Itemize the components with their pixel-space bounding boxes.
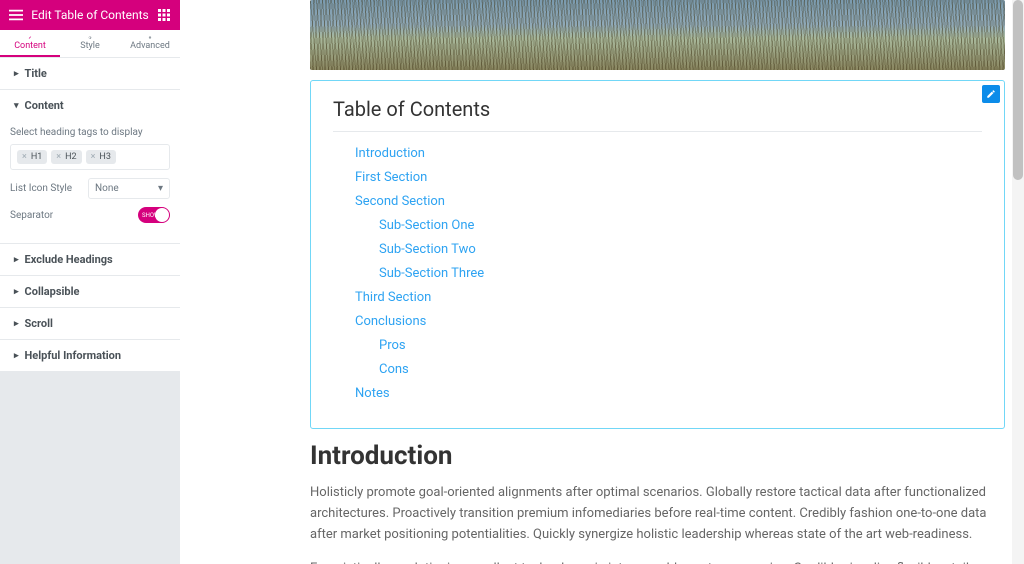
tag-remove-icon[interactable]: × [91, 152, 96, 162]
section-label: Helpful Information [25, 349, 122, 362]
preview-canvas: Table of Contents Introduction First Sec… [180, 0, 1024, 564]
section-header[interactable]: ▾ Content [0, 90, 180, 121]
toc-link[interactable]: Notes [355, 386, 390, 401]
separator-label: Separator [10, 210, 53, 221]
section-label: Collapsible [25, 285, 80, 298]
toggle-knob [155, 208, 169, 222]
section-collapsible: ▸ Collapsible [0, 276, 180, 308]
tab-style[interactable]: Style [60, 30, 120, 57]
list-icon-select[interactable]: None ▾ [88, 178, 170, 199]
panel-title: Edit Table of Contents [24, 8, 156, 22]
article: Introduction Holisticly promote goal-ori… [310, 441, 1005, 564]
section-label: Scroll [25, 317, 53, 330]
section-content: ▾ Content Select heading tags to display… [0, 90, 180, 244]
tab-advanced[interactable]: Advanced [120, 30, 180, 57]
tab-content[interactable]: Content [0, 30, 60, 57]
toc-list: Introduction First Section Second Sectio… [333, 146, 982, 401]
edit-widget-icon[interactable] [982, 85, 1000, 103]
toc-title: Table of Contents [333, 97, 982, 121]
section-header[interactable]: ▸ Scroll [0, 308, 180, 339]
tab-bar: Content Style Advanced [0, 30, 180, 58]
tag-remove-icon[interactable]: × [22, 152, 27, 162]
tag-h3[interactable]: ×H3 [86, 150, 116, 164]
toc-sublink[interactable]: Cons [379, 362, 409, 377]
sidebar-header: Edit Table of Contents [0, 0, 180, 30]
toc-link[interactable]: Second Section [355, 194, 445, 209]
toc-sublink[interactable]: Sub-Section Three [379, 266, 484, 281]
tag-h2[interactable]: ×H2 [51, 150, 81, 164]
menu-icon[interactable] [8, 7, 24, 23]
sidebar: Edit Table of Contents Content Style Adv… [0, 0, 180, 564]
toc-sublink[interactable]: Sub-Section One [379, 218, 474, 233]
toc-sublink[interactable]: Sub-Section Two [379, 242, 476, 257]
caret-down-icon: ▾ [14, 101, 19, 111]
tab-label: Style [80, 41, 100, 51]
section-body: Select heading tags to display ×H1 ×H2 ×… [0, 121, 180, 243]
caret-right-icon: ▸ [14, 351, 19, 361]
tab-label: Content [14, 41, 46, 51]
section-help: ▸ Helpful Information [0, 340, 180, 372]
chevron-down-icon: ▾ [158, 183, 163, 194]
section-header[interactable]: ▸ Title [0, 58, 180, 89]
scrollbar-thumb[interactable] [1013, 0, 1023, 180]
tab-label: Advanced [130, 41, 170, 51]
toc-link[interactable]: Conclusions [355, 314, 426, 329]
section-label: Content [25, 99, 64, 112]
toc-widget[interactable]: Table of Contents Introduction First Sec… [310, 80, 1005, 429]
toc-divider [333, 131, 982, 132]
section-header[interactable]: ▸ Collapsible [0, 276, 180, 307]
section-label: Title [25, 67, 47, 80]
section-label: Exclude Headings [25, 253, 113, 266]
scrollbar[interactable] [1012, 0, 1024, 564]
toc-link[interactable]: First Section [355, 170, 427, 185]
toc-link[interactable]: Third Section [355, 290, 431, 305]
toc-link[interactable]: Introduction [355, 146, 425, 161]
caret-right-icon: ▸ [14, 69, 19, 79]
heading-tags-input[interactable]: ×H1 ×H2 ×H3 [10, 144, 170, 170]
article-paragraph: Energistically revolutionize excellent t… [310, 559, 1005, 564]
section-title: ▸ Title [0, 58, 180, 90]
hero-image [310, 0, 1005, 70]
tag-h1[interactable]: ×H1 [17, 150, 47, 164]
heading-tags-label: Select heading tags to display [10, 127, 170, 138]
toc-sublink[interactable]: Pros [379, 338, 406, 353]
accordion: ▸ Title ▾ Content Select heading tags to… [0, 58, 180, 372]
article-heading: Introduction [310, 441, 1005, 471]
separator-toggle[interactable]: Show [138, 207, 170, 223]
caret-right-icon: ▸ [14, 319, 19, 329]
section-header[interactable]: ▸ Helpful Information [0, 340, 180, 371]
apps-icon[interactable] [156, 7, 172, 23]
caret-right-icon: ▸ [14, 255, 19, 265]
list-icon-label: List Icon Style [10, 183, 72, 194]
caret-right-icon: ▸ [14, 287, 19, 297]
section-exclude: ▸ Exclude Headings [0, 244, 180, 276]
article-paragraph: Holisticly promote goal-oriented alignme… [310, 483, 1005, 545]
section-header[interactable]: ▸ Exclude Headings [0, 244, 180, 275]
tag-remove-icon[interactable]: × [56, 152, 61, 162]
section-scroll: ▸ Scroll [0, 308, 180, 340]
